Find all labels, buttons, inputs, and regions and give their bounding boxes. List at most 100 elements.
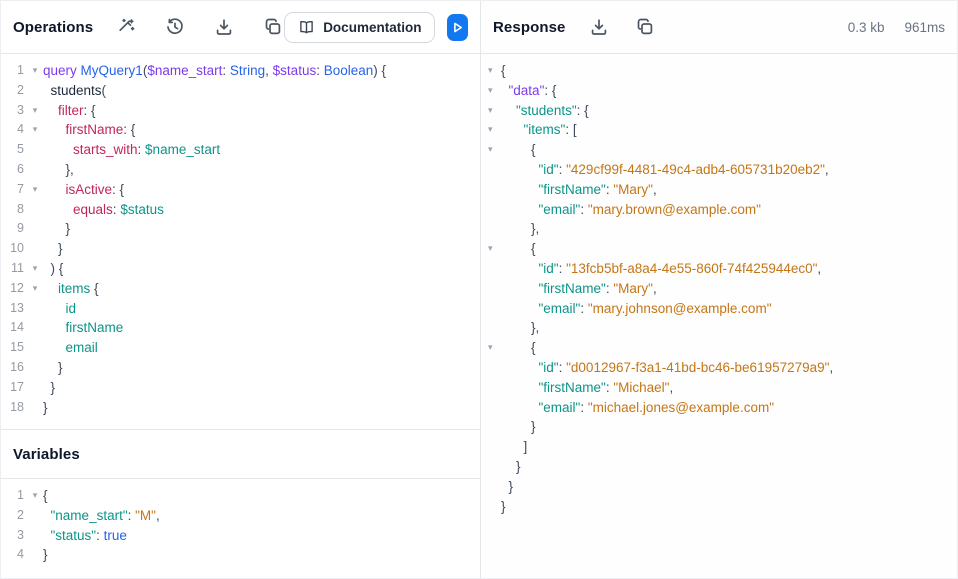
code-line[interactable]: 3 "status": true: [1, 526, 480, 546]
fold-arrow[interactable]: ▾: [27, 259, 43, 279]
fold-arrow[interactable]: ▾: [481, 120, 501, 140]
line-number: 5: [1, 140, 27, 160]
download-operations-button[interactable]: [213, 16, 235, 38]
line-number: 4: [1, 545, 27, 565]
response-size: 0.3 kb: [848, 20, 885, 35]
code-line[interactable]: ▾ {: [481, 338, 957, 358]
code-line[interactable]: }: [481, 497, 957, 517]
code-line[interactable]: "id": "d0012967-f3a1-41bd-bc46-be6195727…: [481, 358, 957, 378]
line-number: 18: [1, 398, 27, 418]
code-line[interactable]: "email": "mary.brown@example.com": [481, 200, 957, 220]
code-line[interactable]: 6 },: [1, 160, 480, 180]
code-text: }: [43, 239, 63, 259]
code-line[interactable]: 12▾ items {: [1, 279, 480, 299]
code-line[interactable]: ▾ "students": {: [481, 101, 957, 121]
fold-arrow[interactable]: ▾: [481, 239, 501, 259]
code-line[interactable]: "email": "michael.jones@example.com": [481, 398, 957, 418]
fold-arrow[interactable]: ▾: [481, 61, 501, 81]
code-text: }: [43, 545, 48, 565]
fold-arrow[interactable]: ▾: [481, 338, 501, 358]
copy-response-button[interactable]: [634, 16, 656, 38]
line-number: 2: [1, 506, 27, 526]
code-text: filter: {: [43, 101, 96, 121]
code-line[interactable]: "id": "13fcb5bf-a8a4-4e55-860f-74f425944…: [481, 259, 957, 279]
variables-editor[interactable]: 1▾{2 "name_start": "M",3 "status": true4…: [1, 479, 480, 578]
code-line[interactable]: }: [481, 417, 957, 437]
operations-toolbar: [115, 16, 284, 38]
code-line[interactable]: 5 starts_with: $name_start: [1, 140, 480, 160]
prettify-button[interactable]: [115, 16, 137, 38]
code-text: email: [43, 338, 98, 358]
code-line[interactable]: ▾{: [481, 61, 957, 81]
documentation-button[interactable]: Documentation: [284, 12, 435, 43]
code-text: }: [501, 417, 536, 437]
code-text: "email": "mary.johnson@example.com": [501, 299, 771, 319]
code-line[interactable]: 8 equals: $status: [1, 200, 480, 220]
response-viewer[interactable]: ▾{▾ "data": {▾ "students": {▾ "items": […: [481, 54, 957, 578]
code-line[interactable]: },: [481, 219, 957, 239]
fold-arrow[interactable]: ▾: [27, 61, 43, 81]
copy-operations-button[interactable]: [262, 16, 284, 38]
code-line[interactable]: 4}: [1, 545, 480, 565]
fold-arrow[interactable]: ▾: [27, 120, 43, 140]
code-line[interactable]: ▾ "items": [: [481, 120, 957, 140]
fold-arrow[interactable]: ▾: [27, 486, 43, 506]
history-button[interactable]: [164, 16, 186, 38]
code-text: "students": {: [501, 101, 589, 121]
line-number: 1: [1, 486, 27, 506]
fold-arrow[interactable]: ▾: [481, 140, 501, 160]
line-number: 6: [1, 160, 27, 180]
line-number: 17: [1, 378, 27, 398]
code-line[interactable]: ▾ {: [481, 239, 957, 259]
code-line[interactable]: 4▾ firstName: {: [1, 120, 480, 140]
fold-arrow[interactable]: ▾: [481, 81, 501, 101]
response-meta: 0.3 kb 961ms: [848, 20, 945, 35]
fold-arrow[interactable]: ▾: [27, 279, 43, 299]
copy-icon: [635, 17, 655, 37]
code-line[interactable]: 10 }: [1, 239, 480, 259]
fold-arrow[interactable]: ▾: [481, 101, 501, 121]
line-number: 1: [1, 61, 27, 81]
code-line[interactable]: 2 "name_start": "M",: [1, 506, 480, 526]
download-response-button[interactable]: [588, 16, 610, 38]
code-line[interactable]: ▾ "data": {: [481, 81, 957, 101]
code-line[interactable]: "email": "mary.johnson@example.com": [481, 299, 957, 319]
line-number: 15: [1, 338, 27, 358]
code-line[interactable]: 2 students(: [1, 81, 480, 101]
code-line[interactable]: 16 }: [1, 358, 480, 378]
code-line[interactable]: 17 }: [1, 378, 480, 398]
code-line[interactable]: "firstName": "Mary",: [481, 180, 957, 200]
code-line[interactable]: ▾ {: [481, 140, 957, 160]
code-line[interactable]: 18}: [1, 398, 480, 418]
code-line[interactable]: 13 id: [1, 299, 480, 319]
code-line[interactable]: }: [481, 477, 957, 497]
code-text: }: [501, 477, 513, 497]
code-line[interactable]: ]: [481, 437, 957, 457]
code-text: firstName: {: [43, 120, 135, 140]
fold-arrow[interactable]: ▾: [27, 180, 43, 200]
code-line[interactable]: },: [481, 318, 957, 338]
code-line[interactable]: 7▾ isActive: {: [1, 180, 480, 200]
code-line[interactable]: 3▾ filter: {: [1, 101, 480, 121]
code-text: firstName: [43, 318, 123, 338]
code-text: ) {: [43, 259, 63, 279]
response-header: Response 0.3 kb 961ms: [481, 1, 957, 54]
code-line[interactable]: "id": "429cf99f-4481-49c4-adb4-605731b20…: [481, 160, 957, 180]
code-line[interactable]: 1▾query MyQuery1($name_start: String, $s…: [1, 61, 480, 81]
fold-arrow[interactable]: ▾: [27, 101, 43, 121]
run-query-button[interactable]: [447, 14, 468, 41]
code-line[interactable]: "firstName": "Mary",: [481, 279, 957, 299]
code-text: }: [501, 457, 521, 477]
code-line[interactable]: "firstName": "Michael",: [481, 378, 957, 398]
code-line[interactable]: 15 email: [1, 338, 480, 358]
code-line[interactable]: 14 firstName: [1, 318, 480, 338]
code-text: query MyQuery1($name_start: String, $sta…: [43, 61, 386, 81]
code-line[interactable]: }: [481, 457, 957, 477]
code-text: "data": {: [501, 81, 556, 101]
code-text: },: [43, 160, 74, 180]
query-editor[interactable]: 1▾query MyQuery1($name_start: String, $s…: [1, 54, 480, 429]
code-line[interactable]: 9 }: [1, 219, 480, 239]
code-line[interactable]: 11▾ ) {: [1, 259, 480, 279]
code-line[interactable]: 1▾{: [1, 486, 480, 506]
graphql-playground: Operations: [0, 0, 958, 579]
